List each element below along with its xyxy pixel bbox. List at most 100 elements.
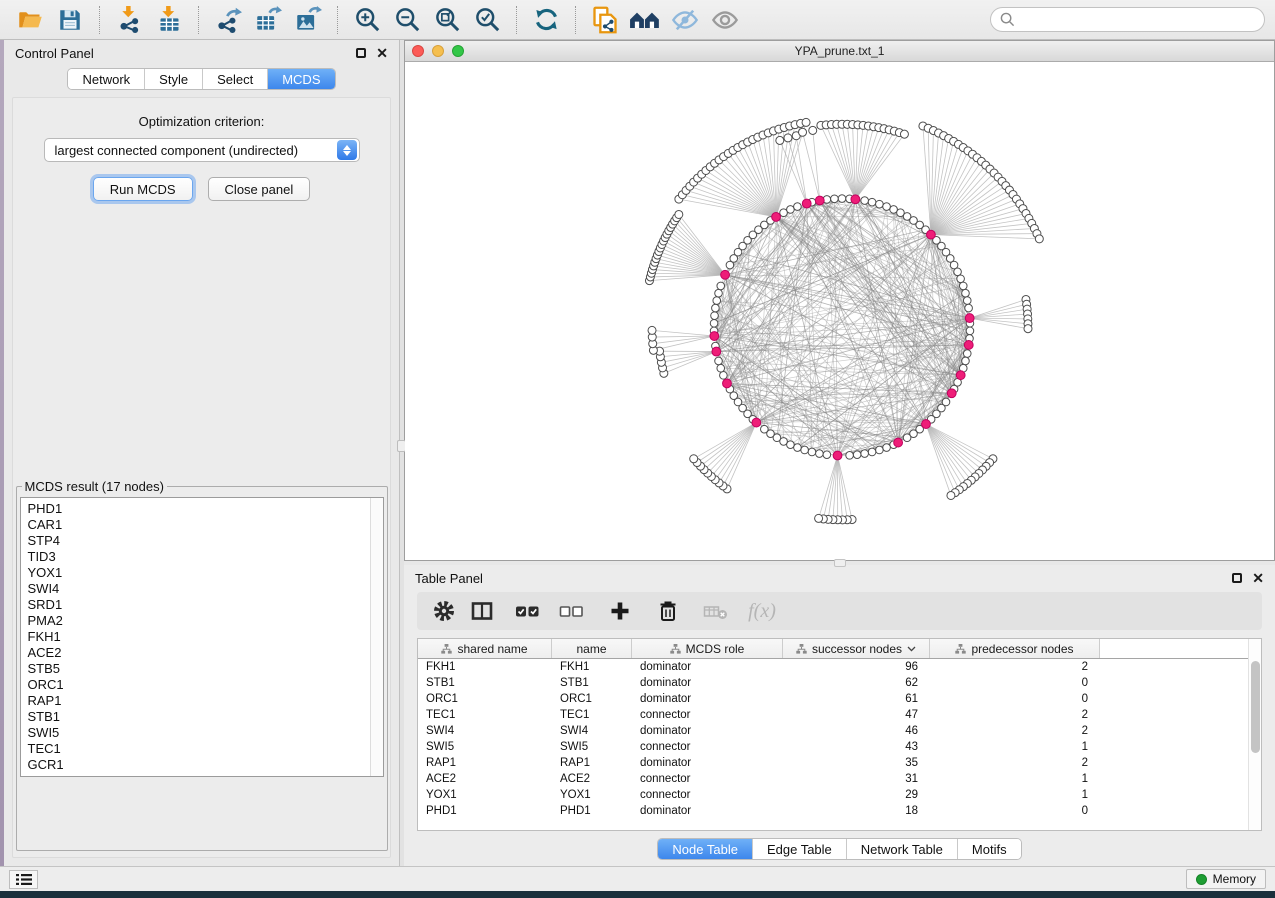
network-canvas[interactable] xyxy=(405,62,1274,560)
mcds-result-item[interactable]: GCR1 xyxy=(28,757,363,773)
mcds-result-item[interactable]: TID3 xyxy=(28,549,363,565)
mcds-result-item[interactable]: SRD1 xyxy=(28,597,363,613)
float-panel-icon[interactable] xyxy=(356,48,366,58)
create-column-icon[interactable] xyxy=(605,597,635,625)
network-view-window: YPA_prune.txt_1 xyxy=(404,40,1275,561)
mcds-result-item[interactable]: SWI4 xyxy=(28,581,363,597)
table-row[interactable]: PHD1PHD1dominator180 xyxy=(418,803,1248,819)
mcds-result-item[interactable]: YOX1 xyxy=(28,565,363,581)
panel-menu-button[interactable] xyxy=(9,870,38,889)
show-column-panel-icon[interactable] xyxy=(467,597,497,625)
search-box[interactable] xyxy=(990,7,1265,32)
network-graph[interactable] xyxy=(405,62,1274,560)
select-all-columns-icon[interactable] xyxy=(513,597,543,625)
tab-style[interactable]: Style xyxy=(145,69,203,89)
table-row[interactable]: TEC1TEC1connector472 xyxy=(418,707,1248,723)
show-all-icon[interactable] xyxy=(709,5,741,35)
float-panel-icon[interactable] xyxy=(1232,573,1242,583)
table-row[interactable]: STB1STB1dominator620 xyxy=(418,675,1248,691)
table-cell: 31 xyxy=(783,773,930,785)
function-builder-icon[interactable]: f(x) xyxy=(747,597,777,625)
delete-table-icon[interactable] xyxy=(701,597,731,625)
tab-node-table[interactable]: Node Table xyxy=(658,839,753,859)
mcds-result-item[interactable]: PMA2 xyxy=(28,613,363,629)
column-header-shared-name[interactable]: shared name xyxy=(418,639,552,658)
table-cell: ORC1 xyxy=(552,693,632,705)
table-scrollbar[interactable] xyxy=(1248,639,1261,830)
network-window-titlebar[interactable]: YPA_prune.txt_1 xyxy=(405,41,1274,62)
column-header-predecessor-nodes[interactable]: predecessor nodes xyxy=(930,639,1100,658)
select-stepper-icon xyxy=(337,140,357,160)
tab-motifs[interactable]: Motifs xyxy=(958,839,1021,859)
mcds-result-item[interactable]: ACE2 xyxy=(28,645,363,661)
delete-columns-icon[interactable] xyxy=(653,597,683,625)
optimization-criterion-select[interactable]: largest connected component (undirected) xyxy=(44,138,360,162)
export-network-icon[interactable] xyxy=(212,5,244,35)
mcds-result-item[interactable]: RAP1 xyxy=(28,693,363,709)
column-header-successor-nodes[interactable]: successor nodes xyxy=(783,639,930,658)
hide-selected-icon[interactable] xyxy=(669,5,701,35)
table-cell: 2 xyxy=(930,709,1100,721)
save-session-icon[interactable] xyxy=(54,5,86,35)
zoom-fit-icon[interactable] xyxy=(431,5,463,35)
close-panel-button[interactable]: Close panel xyxy=(208,177,311,201)
table-cell: 96 xyxy=(783,661,930,673)
export-table-icon[interactable] xyxy=(252,5,284,35)
table-options-icon[interactable] xyxy=(429,597,459,625)
vertical-splitter[interactable] xyxy=(400,40,404,866)
table-row[interactable]: FKH1FKH1dominator962 xyxy=(418,659,1248,675)
mcds-result-item[interactable]: FKH1 xyxy=(28,629,363,645)
mcds-result-item[interactable]: SWI5 xyxy=(28,725,363,741)
table-cell: 46 xyxy=(783,725,930,737)
clone-network-icon[interactable] xyxy=(589,5,621,35)
search-input[interactable] xyxy=(1021,12,1255,27)
import-table-icon[interactable] xyxy=(153,5,185,35)
unselect-all-columns-icon[interactable] xyxy=(557,597,587,625)
table-row[interactable]: RAP1RAP1dominator352 xyxy=(418,755,1248,771)
toolbar-separator xyxy=(516,6,517,34)
first-neighbors-icon[interactable] xyxy=(629,5,661,35)
table-row[interactable]: SWI4SWI4dominator462 xyxy=(418,723,1248,739)
table-cell: 0 xyxy=(930,693,1100,705)
tab-select[interactable]: Select xyxy=(203,69,268,89)
scrollbar-thumb[interactable] xyxy=(1251,661,1260,753)
tab-network[interactable]: Network xyxy=(68,69,145,89)
column-header-name[interactable]: name xyxy=(552,639,632,658)
tab-edge-table[interactable]: Edge Table xyxy=(753,839,847,859)
zoom-in-icon[interactable] xyxy=(351,5,383,35)
mcds-result-item[interactable]: PHD1 xyxy=(28,501,363,517)
mcds-result-item[interactable]: CAR1 xyxy=(28,517,363,533)
minimize-window-icon[interactable] xyxy=(432,45,444,57)
table-row[interactable]: ACE2ACE2connector311 xyxy=(418,771,1248,787)
import-network-icon[interactable] xyxy=(113,5,145,35)
zoom-selected-icon[interactable] xyxy=(471,5,503,35)
splitter-grip[interactable] xyxy=(834,559,846,567)
table-row[interactable]: YOX1YOX1connector291 xyxy=(418,787,1248,803)
mcds-result-item[interactable]: STB5 xyxy=(28,661,363,677)
close-panel-icon[interactable]: ✕ xyxy=(1252,573,1264,583)
zoom-out-icon[interactable] xyxy=(391,5,423,35)
table-cell: STB1 xyxy=(552,677,632,689)
close-panel-icon[interactable]: ✕ xyxy=(376,48,388,58)
maximize-window-icon[interactable] xyxy=(452,45,464,57)
refresh-layout-icon[interactable] xyxy=(530,5,562,35)
close-window-icon[interactable] xyxy=(412,45,424,57)
export-image-icon[interactable] xyxy=(292,5,324,35)
mcds-result-item[interactable]: STP4 xyxy=(28,533,363,549)
memory-button[interactable]: Memory xyxy=(1186,869,1266,889)
table-cell: TEC1 xyxy=(552,709,632,721)
table-row[interactable]: SWI5SWI5connector431 xyxy=(418,739,1248,755)
tab-mcds[interactable]: MCDS xyxy=(268,69,334,89)
horizontal-splitter[interactable] xyxy=(404,561,1275,565)
mcds-result-item[interactable]: TEC1 xyxy=(28,741,363,757)
open-session-icon[interactable] xyxy=(14,5,46,35)
mcds-result-item[interactable]: STB1 xyxy=(28,709,363,725)
mcds-result-scrollbar[interactable] xyxy=(370,498,383,776)
table-cell: YOX1 xyxy=(418,789,552,801)
table-cell: PHD1 xyxy=(418,805,552,817)
run-mcds-button[interactable]: Run MCDS xyxy=(93,177,193,201)
tab-network-table[interactable]: Network Table xyxy=(847,839,958,859)
mcds-result-item[interactable]: ORC1 xyxy=(28,677,363,693)
table-row[interactable]: ORC1ORC1dominator610 xyxy=(418,691,1248,707)
column-header-MCDS-role[interactable]: MCDS role xyxy=(632,639,783,658)
